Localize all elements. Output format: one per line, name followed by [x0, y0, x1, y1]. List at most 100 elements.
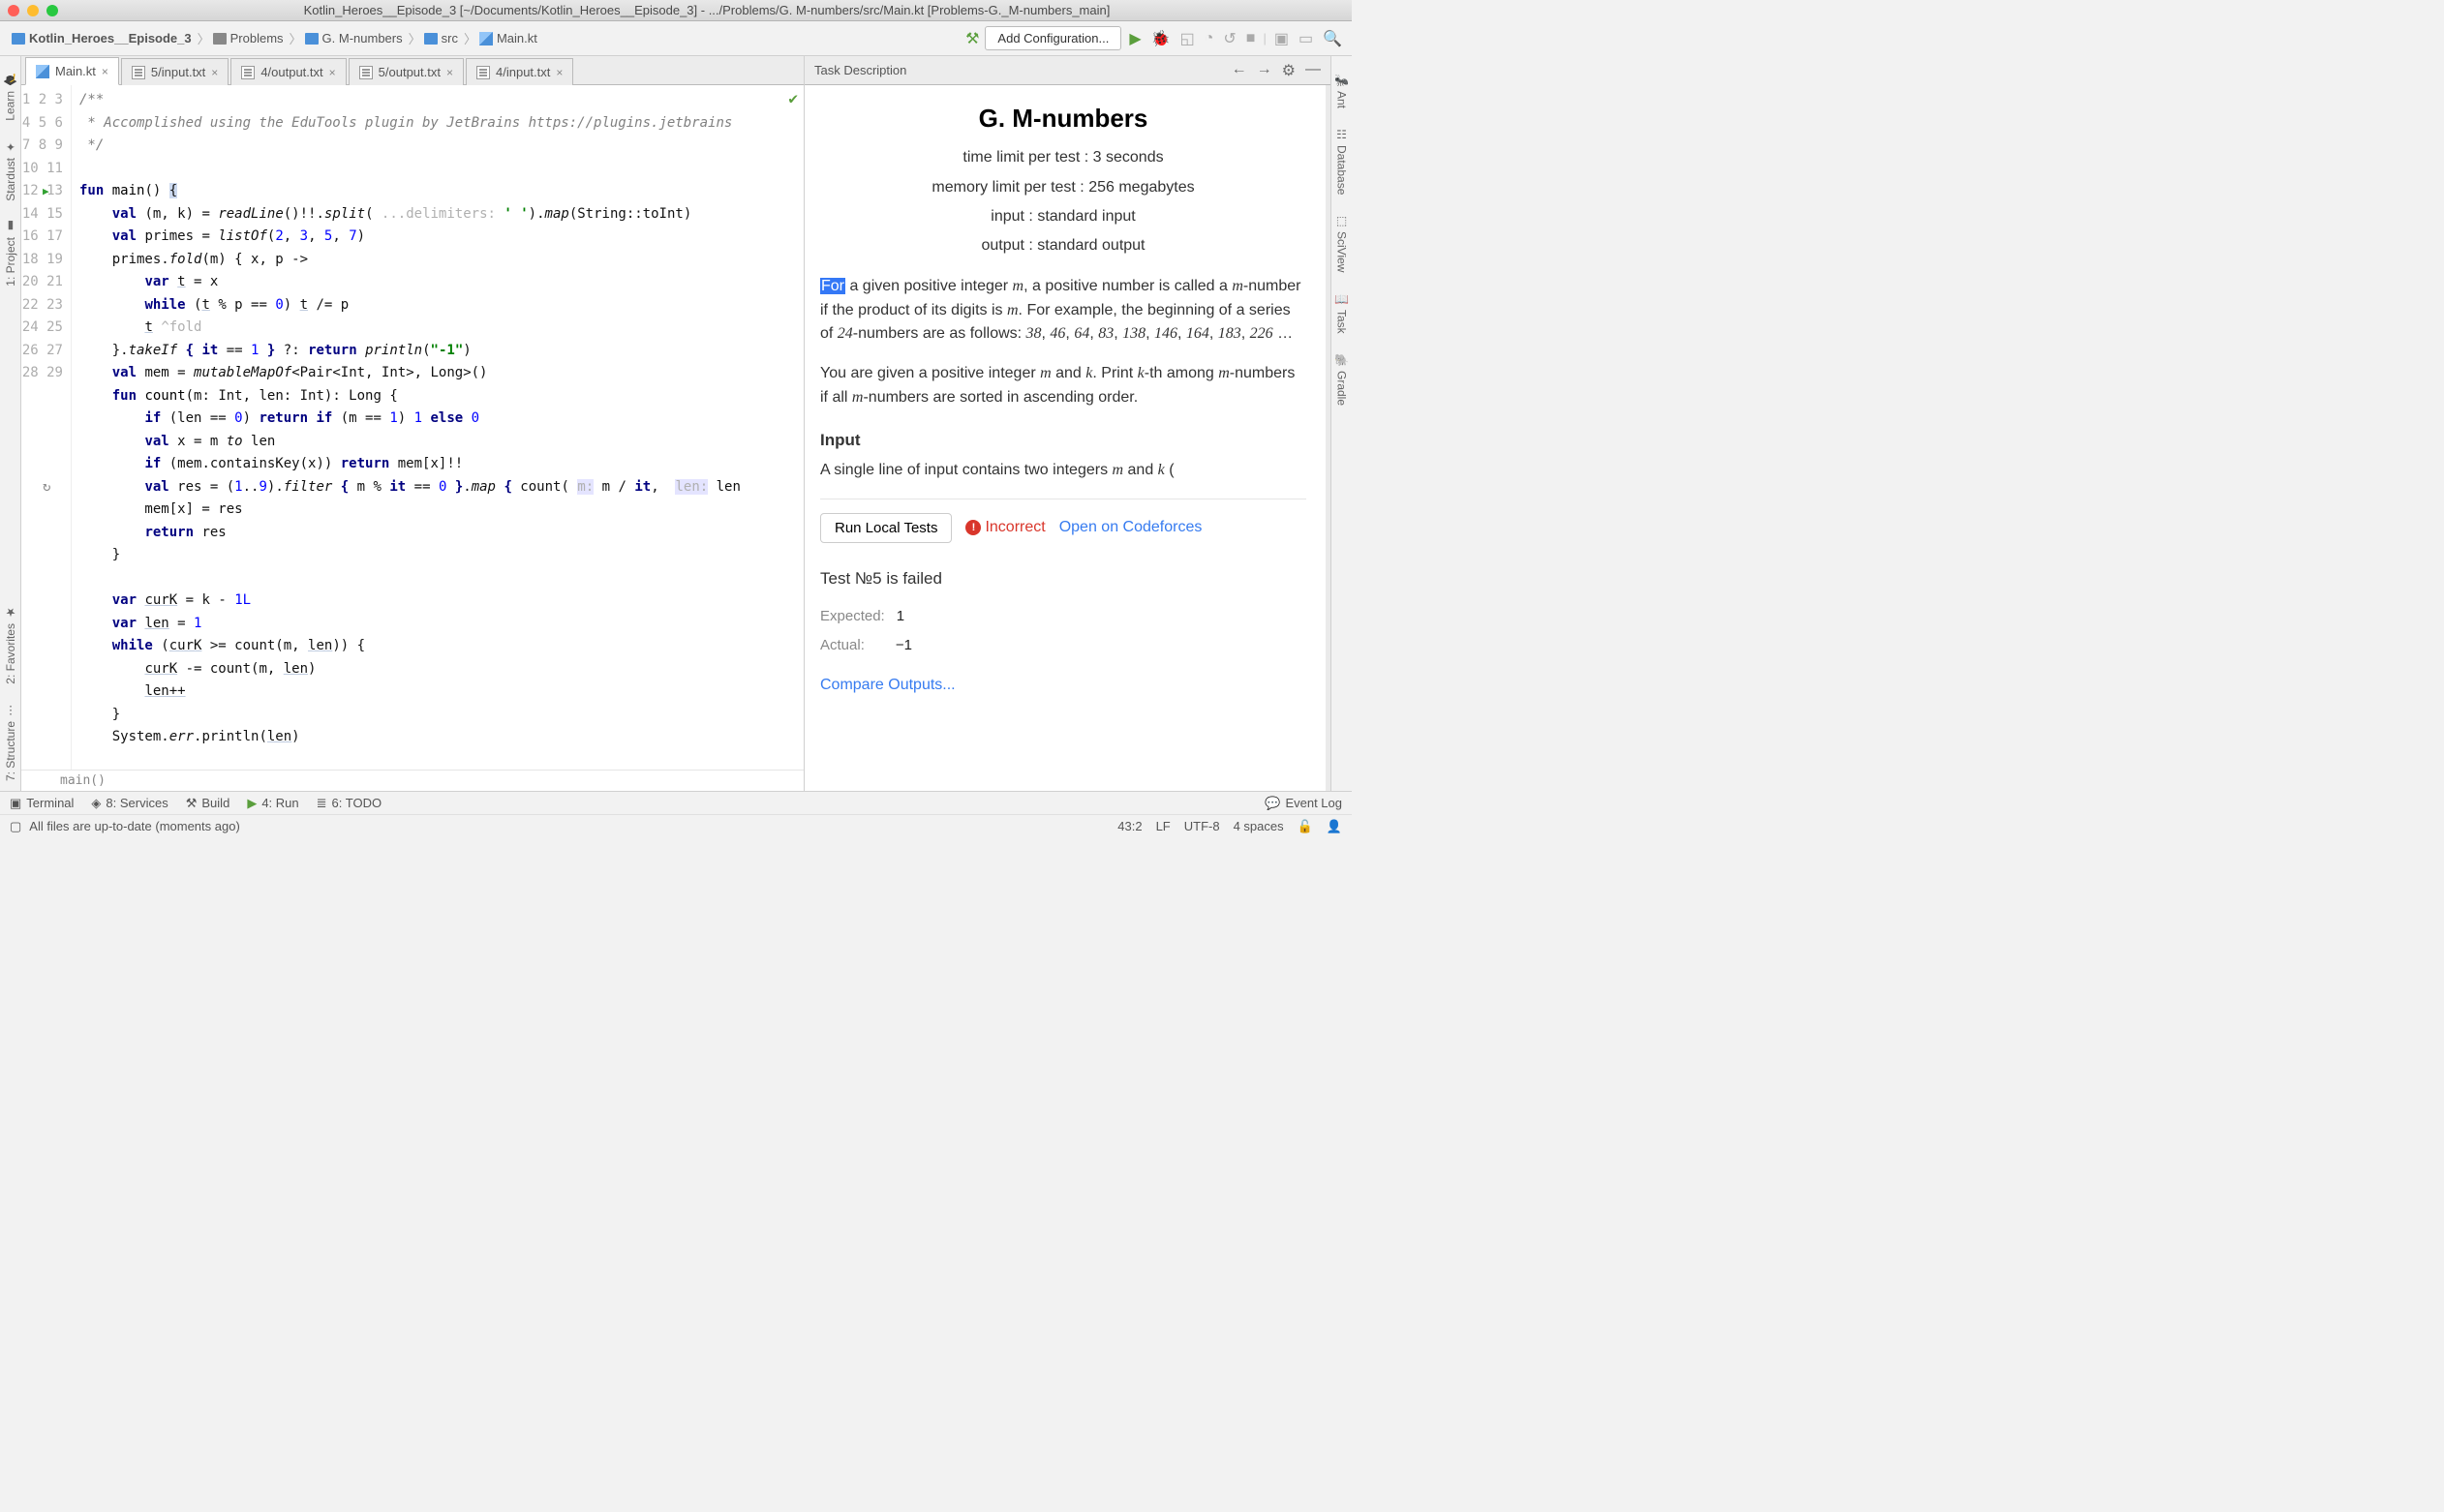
toolwindow-event-log[interactable]: 💬Event Log	[1265, 796, 1342, 811]
close-icon[interactable]: ×	[556, 66, 563, 79]
chevron-right-icon: 〉	[198, 29, 207, 47]
event-log-icon: 💬	[1265, 796, 1280, 811]
caret-position[interactable]: 43:2	[1117, 819, 1142, 833]
add-configuration-button[interactable]: Add Configuration...	[985, 26, 1121, 50]
toolwindow-todo[interactable]: ≣6: TODO	[317, 796, 382, 811]
toolwindow-structure[interactable]: 7: Structure⋮	[2, 694, 19, 791]
toolwindow-project[interactable]: 1: Project▮	[2, 210, 19, 296]
editor-body[interactable]: 1 2 3 4 5 6 7 8 9 10 11 12 13 14 15 16 1…	[21, 85, 804, 770]
close-icon[interactable]: ×	[211, 66, 218, 79]
task-description-content[interactable]: G. M-numbers time limit per test : 3 sec…	[805, 85, 1330, 791]
toolwindow-ant[interactable]: 🐜Ant	[1332, 64, 1351, 118]
breadcrumb-problem[interactable]: G. M-numbers	[301, 29, 407, 47]
gear-icon[interactable]: ⚙	[1282, 61, 1296, 80]
editor-tabs: Main.kt× 5/input.txt× 4/output.txt× 5/ou…	[21, 56, 804, 85]
stop-icon[interactable]: ■	[1244, 28, 1258, 49]
debug-icon[interactable]: 🐞	[1149, 27, 1173, 50]
actual-row: Actual:−1	[820, 634, 1306, 656]
recursive-gutter-icon[interactable]: ↻	[43, 476, 50, 499]
services-icon: ◈	[91, 796, 101, 811]
compare-outputs-link[interactable]: Compare Outputs...	[820, 674, 1306, 698]
run-local-tests-button[interactable]: Run Local Tests	[820, 513, 952, 543]
input-header: Input	[820, 428, 1306, 453]
task-panel-actions: ← → ⚙ —	[1232, 61, 1321, 80]
breadcrumb-project[interactable]: Kotlin_Heroes__Episode_3	[8, 29, 196, 47]
main-area: Learn🎓 Stardust✦ 1: Project▮ 2: Favorite…	[0, 56, 1352, 791]
toolwindow-stardust[interactable]: Stardust✦	[2, 131, 19, 211]
build-hammer-icon[interactable]: ⚒	[965, 29, 979, 48]
coverage-icon[interactable]: ◱	[1178, 27, 1197, 50]
ide-scripting-icon[interactable]: ▭	[1297, 27, 1315, 50]
close-icon[interactable]: ×	[102, 65, 108, 78]
navbar-actions: ⚒ Add Configuration... ▶ 🐞 ◱ ◔ ↺ ■ | ▣ ▭…	[965, 26, 1344, 50]
window-title: Kotlin_Heroes__Episode_3 [~/Documents/Ko…	[70, 3, 1344, 17]
problem-limits: time limit per test : 3 seconds memory l…	[820, 143, 1306, 261]
gradle-icon: 🐘	[1334, 353, 1349, 367]
minimize-window-icon[interactable]	[27, 5, 39, 16]
toolwindow-sciview[interactable]: ⬚SciView	[1333, 204, 1351, 282]
hide-icon[interactable]: —	[1305, 61, 1321, 80]
code-context-breadcrumb[interactable]: main()	[21, 770, 804, 791]
tab-main-kt[interactable]: Main.kt×	[25, 57, 119, 85]
close-icon[interactable]: ×	[329, 66, 336, 79]
title-bar: Kotlin_Heroes__Episode_3 [~/Documents/Ko…	[0, 0, 1352, 21]
toolwindow-services[interactable]: ◈8: Services	[91, 796, 168, 811]
chevron-right-icon: 〉	[464, 29, 474, 47]
file-encoding[interactable]: UTF-8	[1184, 819, 1220, 833]
status-icon[interactable]: ▢	[10, 819, 21, 834]
code-editor[interactable]: ▶↻/** * Accomplished using the EduTools …	[72, 85, 804, 770]
editor-panel: Main.kt× 5/input.txt× 4/output.txt× 5/ou…	[21, 56, 804, 791]
indent-config[interactable]: 4 spaces	[1234, 819, 1284, 833]
toolwindow-run[interactable]: ▶4: Run	[247, 796, 298, 811]
task-panel-header: Task Description ← → ⚙ —	[805, 56, 1330, 85]
folder-icon	[305, 33, 319, 45]
breadcrumb-file-label: Main.kt	[497, 31, 537, 45]
breadcrumb-problem-label: G. M-numbers	[322, 31, 403, 45]
toolwindow-build[interactable]: ⚒Build	[186, 796, 230, 811]
breadcrumb-problems[interactable]: Problems	[209, 29, 288, 47]
toolwindow-gradle[interactable]: 🐘Gradle	[1332, 344, 1351, 415]
line-separator[interactable]: LF	[1156, 819, 1171, 833]
breadcrumb-src[interactable]: src	[420, 29, 462, 47]
readonly-lock-icon[interactable]: 🔓	[1298, 819, 1313, 834]
forward-icon[interactable]: →	[1257, 61, 1272, 80]
profile-icon[interactable]: ◔	[1203, 28, 1216, 49]
vcs-icon[interactable]: ▣	[1272, 27, 1291, 50]
left-toolwindow-bar: Learn🎓 Stardust✦ 1: Project▮ 2: Favorite…	[0, 56, 21, 791]
maximize-window-icon[interactable]	[46, 5, 58, 16]
toolwindow-terminal[interactable]: ▣Terminal	[10, 796, 74, 811]
toolwindow-learn[interactable]: Learn🎓	[1, 64, 19, 131]
close-window-icon[interactable]	[8, 5, 19, 16]
toolwindow-database[interactable]: ☷Database	[1333, 118, 1351, 204]
back-icon[interactable]: ←	[1232, 61, 1247, 80]
expected-row: Expected:1	[820, 605, 1306, 627]
breadcrumb-problems-label: Problems	[230, 31, 284, 45]
tab-5-input[interactable]: 5/input.txt×	[121, 58, 229, 85]
tab-4-output[interactable]: 4/output.txt×	[230, 58, 346, 85]
ide-man-icon[interactable]: 👤	[1327, 819, 1342, 834]
chevron-right-icon: 〉	[290, 29, 299, 47]
build-icon: ⚒	[186, 796, 198, 811]
status-incorrect: !Incorrect	[965, 516, 1045, 540]
breadcrumb-file[interactable]: Main.kt	[475, 29, 541, 47]
folder-icon	[424, 33, 438, 45]
folder-icon	[12, 33, 25, 45]
toolwindow-task[interactable]: 📖Task	[1332, 283, 1351, 344]
text-file-icon	[241, 66, 255, 79]
attach-icon[interactable]: ↺	[1221, 27, 1237, 50]
folder-icon	[213, 33, 227, 45]
close-icon[interactable]: ×	[446, 66, 453, 79]
tab-5-output[interactable]: 5/output.txt×	[349, 58, 464, 85]
tab-4-input[interactable]: 4/input.txt×	[466, 58, 573, 85]
search-icon[interactable]: 🔍	[1321, 27, 1344, 50]
toolwindow-favorites[interactable]: 2: Favorites★	[2, 596, 19, 694]
sciview-icon: ⬚	[1336, 214, 1347, 227]
breadcrumb-project-label: Kotlin_Heroes__Episode_3	[29, 31, 192, 45]
open-codeforces-link[interactable]: Open on Codeforces	[1059, 516, 1203, 540]
run-gutter-icon[interactable]: ▶	[43, 180, 49, 203]
status-bar: ▢ All files are up-to-date (moments ago)…	[0, 814, 1352, 837]
run-icon[interactable]: ▶	[1127, 27, 1143, 50]
navigation-bar: Kotlin_Heroes__Episode_3 〉 Problems 〉 G.…	[0, 21, 1352, 56]
ant-icon: 🐜	[1334, 74, 1349, 87]
test-failed-message: Test №5 is failed	[820, 566, 1306, 591]
